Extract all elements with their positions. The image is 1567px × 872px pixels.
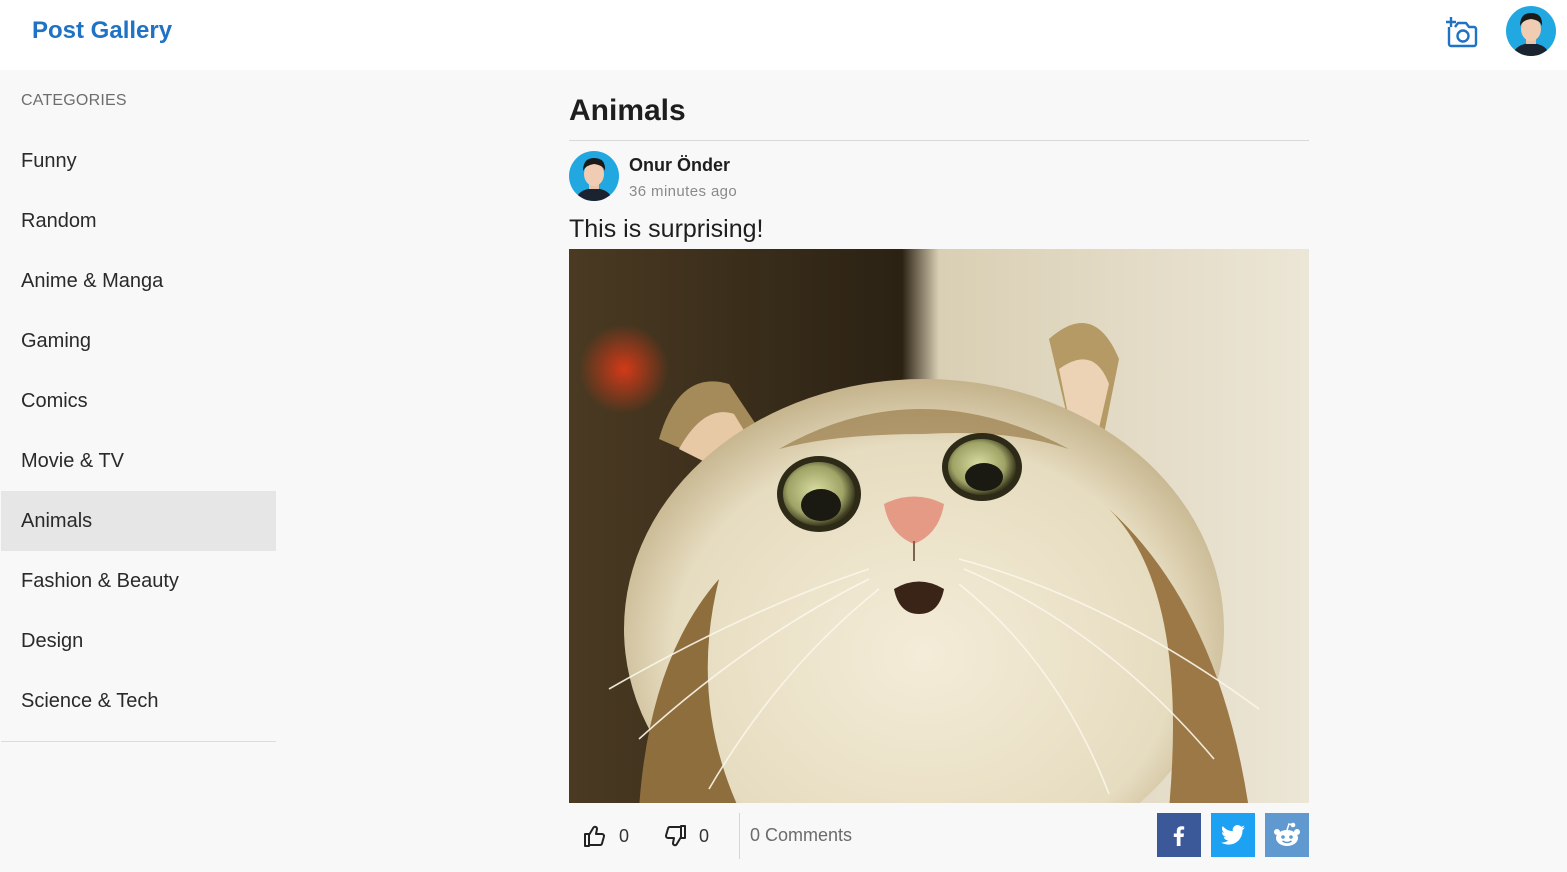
post-image[interactable] — [569, 249, 1309, 803]
surprised-cat-photo — [569, 249, 1309, 803]
thumbs-up-icon — [584, 825, 606, 847]
facebook-icon — [1173, 826, 1185, 846]
like-count: 0 — [619, 825, 630, 846]
add-photo-button[interactable] — [1443, 15, 1479, 49]
sidebar-item-animals[interactable]: Animals — [1, 491, 276, 551]
author-name[interactable]: Onur Önder — [629, 155, 730, 176]
app-title[interactable]: Post Gallery — [32, 17, 172, 45]
share-twitter-button[interactable] — [1211, 813, 1255, 857]
sidebar-divider — [1, 741, 276, 742]
title-divider — [569, 140, 1309, 141]
dislike-count: 0 — [699, 825, 710, 846]
sidebar-item-gaming[interactable]: Gaming — [1, 311, 276, 371]
reddit-icon — [1274, 822, 1300, 846]
sidebar-item-movie-tv[interactable]: Movie & TV — [1, 431, 276, 491]
post-title[interactable]: This is surprising! — [569, 215, 764, 244]
page-title: Animals — [569, 94, 686, 127]
categories-heading: CATEGORIES — [21, 92, 127, 109]
sidebar-item-comics[interactable]: Comics — [1, 371, 276, 431]
twitter-icon — [1221, 825, 1245, 845]
top-bar: Post Gallery — [0, 0, 1567, 70]
like-button[interactable]: 0 — [583, 821, 629, 851]
user-avatar[interactable] — [1506, 6, 1556, 56]
sidebar-item-funny[interactable]: Funny — [1, 131, 276, 191]
dislike-button[interactable]: 0 — [663, 821, 709, 851]
sidebar-item-fashion-beauty[interactable]: Fashion & Beauty — [1, 551, 276, 611]
thumbs-down-icon — [664, 825, 686, 847]
post-actions: 0 0 0 Comments — [569, 813, 1309, 859]
sidebar-item-random[interactable]: Random — [1, 191, 276, 251]
comments-link[interactable]: 0 Comments — [750, 825, 852, 846]
author-avatar[interactable] — [569, 151, 619, 201]
share-facebook-button[interactable] — [1157, 813, 1201, 857]
sidebar-item-design[interactable]: Design — [1, 611, 276, 671]
post-timestamp: 36 minutes ago — [629, 183, 738, 200]
share-reddit-button[interactable] — [1265, 813, 1309, 857]
avatar-icon — [569, 151, 619, 201]
add-photo-icon — [1446, 17, 1478, 48]
actions-divider — [739, 813, 740, 859]
sidebar-item-science-tech[interactable]: Science & Tech — [1, 671, 276, 731]
avatar-icon — [1506, 6, 1556, 56]
sidebar-item-anime-manga[interactable]: Anime & Manga — [1, 251, 276, 311]
category-list: Funny Random Anime & Manga Gaming Comics… — [1, 131, 276, 731]
